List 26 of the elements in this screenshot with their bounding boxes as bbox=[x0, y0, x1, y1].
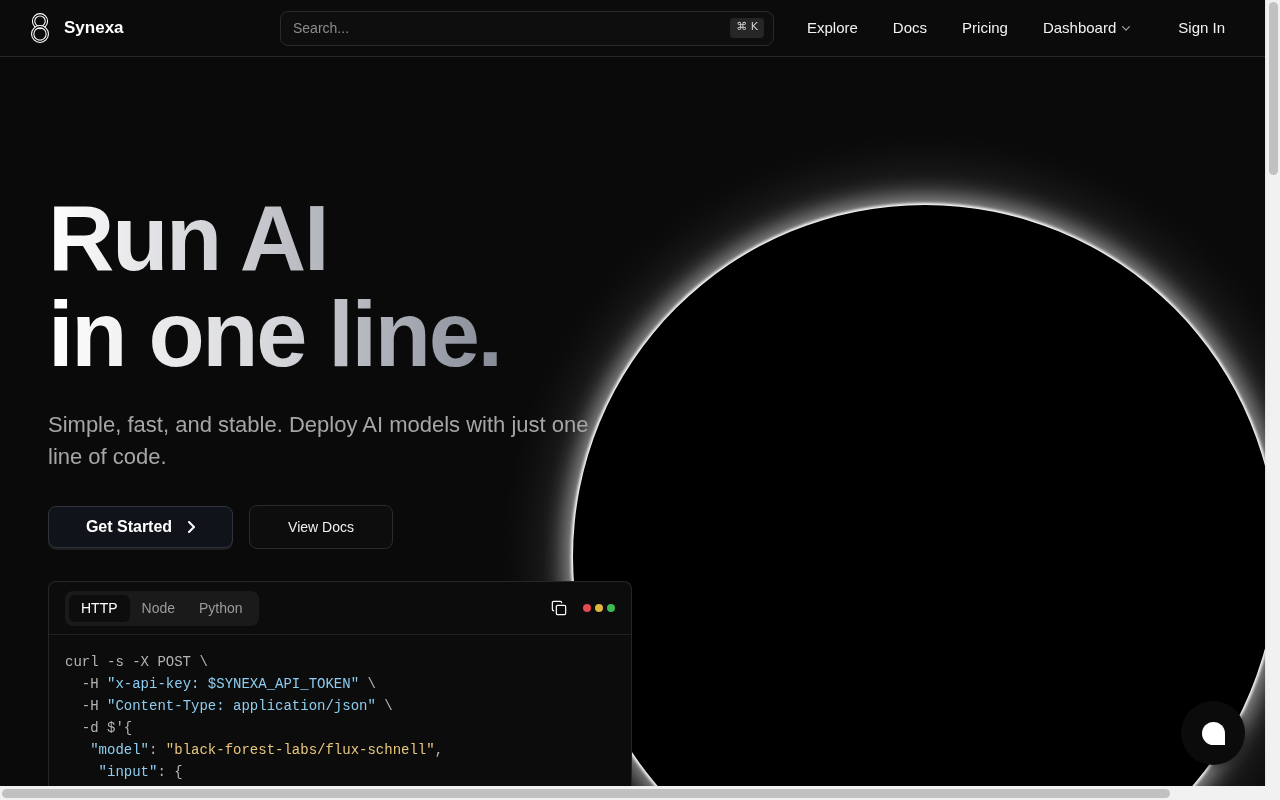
code-tab[interactable]: Node bbox=[129, 594, 188, 622]
code-tab[interactable]: HTTP bbox=[69, 594, 130, 622]
code-line: "model": "black-forest-labs/flux-schnell", bbox=[89, 741, 444, 760]
sign-in-link[interactable]: Sign In bbox=[1178, 16, 1225, 40]
logo-icon[interactable] bbox=[30, 13, 50, 43]
brand-name[interactable]: Synexa bbox=[64, 15, 124, 41]
code-line: "input": { bbox=[97, 763, 183, 782]
scrollbar-thumb[interactable] bbox=[2, 788, 1170, 798]
code-line: -d $'{ bbox=[80, 719, 133, 738]
copy-icon[interactable] bbox=[551, 600, 567, 616]
nav-link[interactable]: Docs bbox=[892, 16, 928, 40]
chat-bubble-icon bbox=[1201, 721, 1225, 745]
hero-subtitle: Simple, fast, and stable. Deploy AI models with just one line of code. bbox=[48, 411, 590, 471]
code-tab[interactable]: Python bbox=[187, 594, 255, 622]
nav-link[interactable]: Explore bbox=[807, 16, 858, 40]
code-line: -H "x-api-key: $SYNEXA_API_TOKEN" \ bbox=[80, 675, 376, 694]
chevron-right-icon bbox=[188, 521, 196, 533]
scrollbar-thumb[interactable] bbox=[1268, 2, 1278, 175]
keyboard-shortcut: ⌘ K bbox=[730, 17, 764, 38]
secondary-button[interactable]: View Docs bbox=[249, 505, 393, 549]
nav-link[interactable]: Pricing bbox=[962, 16, 1008, 40]
primary-button[interactable]: Get Started bbox=[48, 506, 233, 548]
nav-dropdown[interactable]: Dashboard bbox=[1042, 16, 1131, 40]
code-line: -H "Content-Type: application/json" \ bbox=[80, 697, 393, 716]
chevron-down-icon bbox=[1122, 25, 1131, 31]
code-line: curl -s -X POST \ bbox=[65, 653, 208, 672]
